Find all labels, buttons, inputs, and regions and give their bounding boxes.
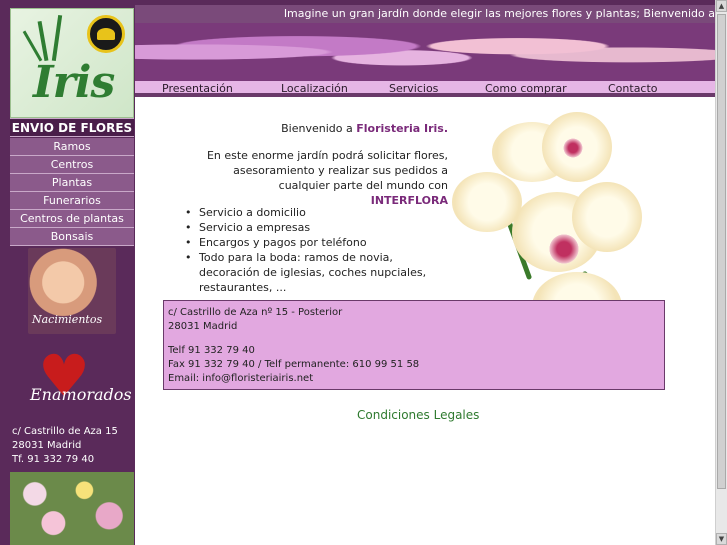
contact-fax: Fax 91 332 79 40 / Telf permanente: 610 … bbox=[168, 359, 420, 370]
tab-localizacion[interactable]: Localización bbox=[281, 82, 348, 95]
sidebar-title: ENVIO DE FLORES bbox=[10, 118, 134, 137]
sidebar-item-ramos[interactable]: Ramos bbox=[10, 138, 134, 156]
intro-paragraph: En este enorme jardín podrá solicitar fl… bbox=[200, 148, 448, 208]
service-item: Encargos y pagos por teléfono bbox=[185, 235, 455, 250]
promo-nacimientos[interactable]: Nacimientos bbox=[28, 248, 116, 334]
sidebar-address-city: 28031 Madrid bbox=[12, 440, 82, 451]
sidebar-address-phone: Tf. 91 332 79 40 bbox=[12, 454, 95, 465]
welcome-line: Bienvenido a Floristeria Iris. bbox=[160, 122, 448, 135]
tab-como-comprar[interactable]: Como comprar bbox=[485, 82, 567, 95]
marquee-text: Imagine un gran jardín donde elegir las … bbox=[283, 7, 715, 20]
service-item: Servicio a empresas bbox=[185, 220, 455, 235]
intro-text: En este enorme jardín podrá solicitar fl… bbox=[206, 149, 448, 192]
service-item: Todo para la boda: ramos de novia, decor… bbox=[185, 250, 455, 295]
sidebar-address-street: c/ Castrillo de Aza 15 bbox=[12, 426, 118, 437]
sidebar-item-funerarios[interactable]: Funerarios bbox=[10, 192, 134, 210]
contact-city: 28031 Madrid bbox=[168, 321, 238, 332]
sidebar-address: c/ Castrillo de Aza 15 28031 Madrid Tf. … bbox=[10, 425, 134, 469]
contact-box: c/ Castrillo de Aza nº 15 - Posterior 28… bbox=[163, 300, 665, 390]
chevron-down-icon[interactable]: ▼ bbox=[716, 533, 727, 545]
top-nav: Presentación Localización Servicios Como… bbox=[135, 81, 715, 97]
services-list: Servicio a domicilio Servicio a empresas… bbox=[185, 205, 455, 295]
site-logo[interactable]: Iris bbox=[10, 8, 134, 118]
sidebar-item-plantas[interactable]: Plantas bbox=[10, 174, 134, 192]
logo-text: Iris bbox=[33, 57, 115, 108]
contact-email[interactable]: Email: info@floristeriairis.net bbox=[168, 372, 660, 386]
scrollbar-thumb[interactable] bbox=[717, 14, 726, 489]
contact-telf: Telf 91 332 79 40 bbox=[168, 345, 255, 356]
sidebar-item-bonsais[interactable]: Bonsais bbox=[10, 228, 134, 246]
welcome-prefix: Bienvenido a bbox=[281, 122, 357, 135]
interflora-seal-icon bbox=[87, 15, 125, 53]
vertical-scrollbar[interactable]: ▲ ▼ bbox=[715, 0, 727, 545]
service-item: Servicio a domicilio bbox=[185, 205, 455, 220]
chevron-up-icon[interactable]: ▲ bbox=[716, 0, 727, 12]
sidebar-menu: Ramos Centros Plantas Funerarios Centros… bbox=[10, 138, 134, 246]
promo-enamorados[interactable]: ♥ Enamorados bbox=[28, 345, 132, 417]
legal-link[interactable]: Condiciones Legales bbox=[357, 408, 479, 422]
sidebar-item-centros-de-plantas[interactable]: Centros de plantas bbox=[10, 210, 134, 228]
header-banner bbox=[135, 23, 715, 81]
tab-contacto[interactable]: Contacto bbox=[608, 82, 658, 95]
promo-nacimientos-label: Nacimientos bbox=[32, 313, 103, 326]
flowers-photo bbox=[10, 472, 134, 545]
tab-presentacion[interactable]: Presentación bbox=[162, 82, 233, 95]
shop-name: Floristeria Iris. bbox=[356, 122, 448, 135]
marquee: Imagine un gran jardín donde elegir las … bbox=[135, 5, 715, 23]
promo-enamorados-label: Enamorados bbox=[30, 385, 132, 404]
contact-address: c/ Castrillo de Aza nº 15 - Posterior bbox=[168, 307, 343, 318]
tab-servicios[interactable]: Servicios bbox=[389, 82, 438, 95]
sidebar-item-centros[interactable]: Centros bbox=[10, 156, 134, 174]
